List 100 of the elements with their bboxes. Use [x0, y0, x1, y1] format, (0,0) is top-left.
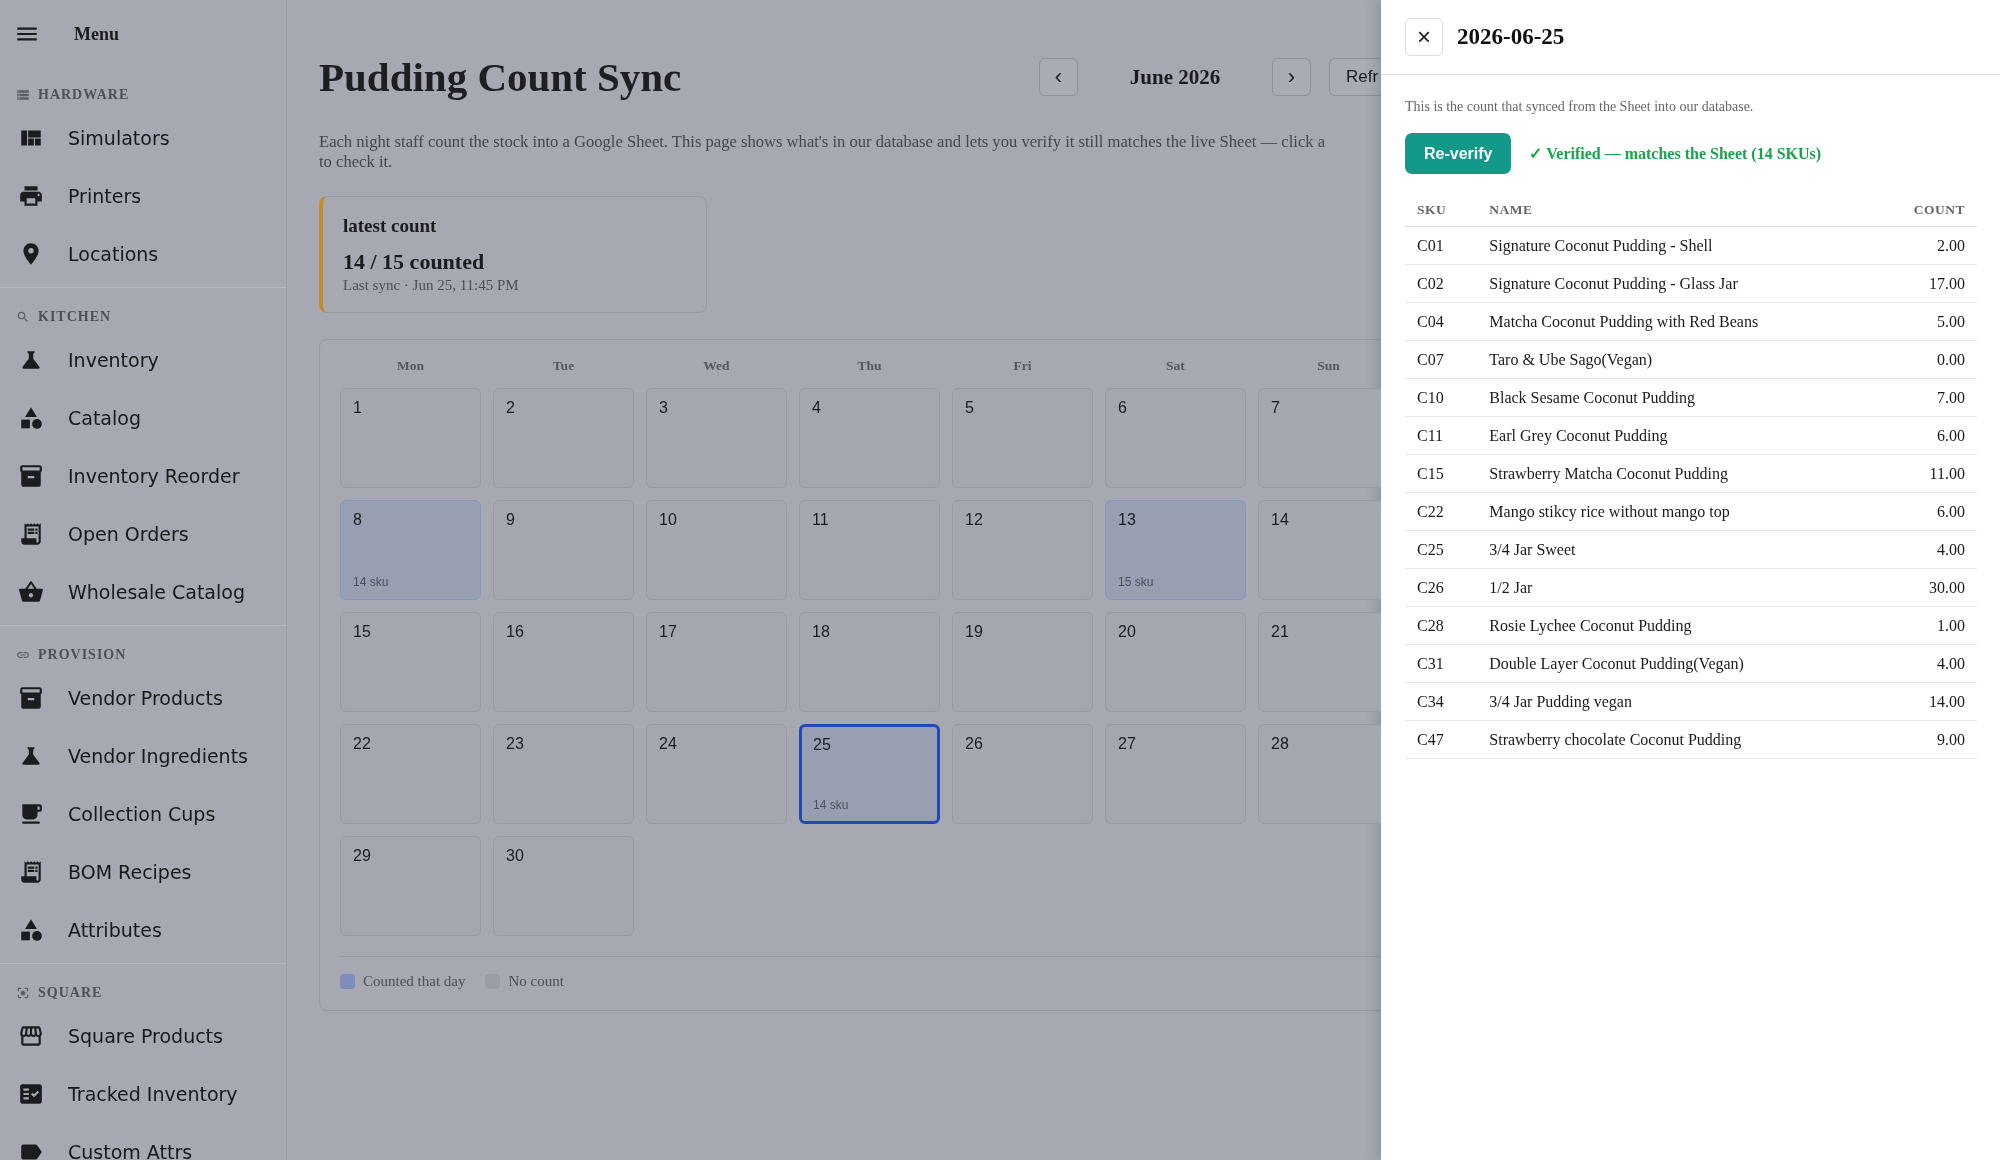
- sku-count: 14 sku: [813, 798, 850, 812]
- calendar-day[interactable]: 11: [799, 500, 940, 600]
- printer-icon: [18, 183, 44, 209]
- calendar-day[interactable]: 24: [646, 724, 787, 824]
- calendar-day[interactable]: 14: [1258, 500, 1381, 600]
- calendar-day[interactable]: 6: [1105, 388, 1246, 488]
- drawer-title: 2026-06-25: [1457, 24, 1565, 50]
- calendar-day[interactable]: 4: [799, 388, 940, 488]
- table-cell: Strawberry Matcha Coconut Pudding: [1477, 454, 1875, 493]
- table-cell: Mango stikcy rice without mango top: [1477, 492, 1875, 531]
- search-icon: [16, 310, 30, 324]
- calendar-day[interactable]: 5: [952, 388, 1093, 488]
- sidebar-item[interactable]: Open Orders: [0, 505, 286, 563]
- day-number: 17: [659, 623, 678, 641]
- calendar-day[interactable]: 16: [493, 612, 634, 712]
- sku-count: 15 sku: [1118, 575, 1155, 589]
- table-cell: C25: [1405, 530, 1478, 569]
- day-number: 24: [659, 735, 678, 753]
- calendar-day[interactable]: 2: [493, 388, 634, 488]
- day-number: 21: [1271, 623, 1290, 641]
- day-number: 27: [1118, 735, 1137, 753]
- calendar-day[interactable]: 9: [493, 500, 634, 600]
- table-cell: 4.00: [1874, 530, 1977, 569]
- sidebar-item[interactable]: Attributes: [0, 901, 286, 959]
- table-cell: 4.00: [1874, 644, 1977, 683]
- calendar-day[interactable]: 12: [952, 500, 1093, 600]
- drawer-description: This is the count that synced from the Sheet into our database.: [1405, 99, 1755, 115]
- sidebar-item[interactable]: Wholesale Catalog: [0, 563, 286, 621]
- previous-month-button[interactable]: ‹: [1039, 58, 1078, 96]
- column-header: COUNT: [1874, 194, 1977, 227]
- calendar-day[interactable]: 26: [952, 724, 1093, 824]
- reverify-button[interactable]: Re-verify: [1405, 133, 1512, 174]
- table-cell: 11.00: [1874, 454, 1977, 493]
- shapes-icon: [18, 405, 44, 431]
- calendar-day[interactable]: 25 14 sku: [799, 724, 940, 824]
- calendar-day[interactable]: 3: [646, 388, 787, 488]
- day-number: 12: [965, 511, 984, 529]
- day-number: 23: [506, 735, 525, 753]
- table-cell: 1.00: [1874, 606, 1977, 645]
- sidebar-item[interactable]: Inventory Reorder: [0, 447, 286, 505]
- table-cell: 14.00: [1874, 682, 1977, 721]
- receipt-icon: [18, 521, 44, 547]
- sku-count: 14 sku: [353, 575, 390, 589]
- sidebar-item[interactable]: Locations: [0, 225, 286, 283]
- calendar-day[interactable]: 22: [340, 724, 481, 824]
- sidebar-item[interactable]: Square Products: [0, 1007, 286, 1065]
- sidebar-item[interactable]: Custom Attrs: [0, 1123, 286, 1160]
- sidebar-item[interactable]: Simulators: [0, 109, 286, 167]
- calendar-day[interactable]: 29: [340, 836, 481, 936]
- table-cell: Black Sesame Coconut Pudding: [1477, 378, 1875, 417]
- sidebar-item[interactable]: Catalog: [0, 389, 286, 447]
- table-cell: 17.00: [1874, 264, 1977, 303]
- card-title: latest count: [343, 215, 438, 237]
- day-number: 20: [1118, 623, 1137, 641]
- calendar-day[interactable]: 27: [1105, 724, 1246, 824]
- refresh-button[interactable]: Refr: [1329, 58, 1381, 96]
- sidebar-item[interactable]: Collection Cups: [0, 785, 286, 843]
- calendar-day[interactable]: 19: [952, 612, 1093, 712]
- day-number: 25: [813, 736, 832, 754]
- table-cell: C47: [1405, 720, 1478, 759]
- close-button[interactable]: ×: [1405, 18, 1443, 56]
- table-cell: 0.00: [1874, 340, 1977, 379]
- table-cell: 9.00: [1874, 720, 1977, 759]
- sidebar-item[interactable]: Inventory: [0, 331, 286, 389]
- sidebar-item[interactable]: Printers: [0, 167, 286, 225]
- calendar-day[interactable]: 18: [799, 612, 940, 712]
- calendar-day[interactable]: 21: [1258, 612, 1381, 712]
- table-cell: Matcha Coconut Pudding with Red Beans: [1477, 302, 1875, 341]
- calendar-day[interactable]: 10: [646, 500, 787, 600]
- calendar-day[interactable]: 7: [1258, 388, 1381, 488]
- day-number: 19: [965, 623, 984, 641]
- day-number: 14: [1271, 511, 1290, 529]
- month-label: June 2026: [1128, 64, 1222, 90]
- calendar-day[interactable]: 23: [493, 724, 634, 824]
- archive-box-icon: [18, 463, 44, 489]
- card-value: 14 / 15 counted: [343, 249, 486, 275]
- sidebar-item[interactable]: Tracked Inventory: [0, 1065, 286, 1123]
- sidebar-item[interactable]: BOM Recipes: [0, 843, 286, 901]
- table-cell: C02: [1405, 264, 1478, 303]
- shapes-icon: [18, 917, 44, 943]
- weekday-label: Tue: [551, 357, 576, 375]
- calendar-day[interactable]: 13 15 sku: [1105, 500, 1246, 600]
- calendar-day[interactable]: 1: [340, 388, 481, 488]
- column-header: SKU: [1405, 194, 1478, 227]
- calendar-day[interactable]: 8 14 sku: [340, 500, 481, 600]
- sidebar-item[interactable]: Vendor Ingredients: [0, 727, 286, 785]
- section-heading: HARDWARE: [38, 87, 130, 103]
- calendar-day[interactable]: 30: [493, 836, 634, 936]
- archive-box-icon: [18, 685, 44, 711]
- calendar-day[interactable]: 28: [1258, 724, 1381, 824]
- next-month-button[interactable]: ›: [1272, 58, 1311, 96]
- sidebar-item[interactable]: Vendor Products: [0, 669, 286, 727]
- table-cell: C10: [1405, 378, 1478, 417]
- weekday-label: Fri: [1012, 357, 1033, 375]
- calendar-day[interactable]: 17: [646, 612, 787, 712]
- day-number: 16: [506, 623, 525, 641]
- storefront-icon: [18, 1023, 44, 1049]
- calendar-day[interactable]: 15: [340, 612, 481, 712]
- legend-label: Counted that day: [363, 973, 466, 990]
- calendar-day[interactable]: 20: [1105, 612, 1246, 712]
